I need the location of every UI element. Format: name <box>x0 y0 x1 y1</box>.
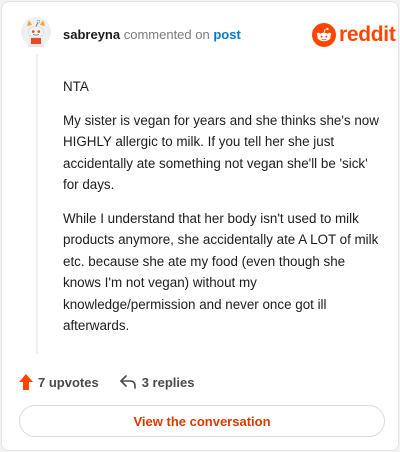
thread-line <box>36 54 38 354</box>
upvotes-count: 7 upvotes <box>38 374 99 390</box>
brand-wordmark: reddit <box>339 23 396 46</box>
username-link[interactable]: sabreyna <box>63 27 120 42</box>
comment-body: NTA My sister is vegan for years and she… <box>63 76 381 349</box>
reply-arrow-icon <box>119 375 136 389</box>
comment-paragraph: NTA <box>63 79 89 94</box>
avatar[interactable] <box>21 17 51 47</box>
commented-on-text: commented on <box>123 27 210 42</box>
replies-button[interactable]: 3 replies <box>119 374 195 390</box>
comment-paragraph: While I understand that her body isn't u… <box>63 210 379 334</box>
reddit-logo[interactable]: reddit <box>312 22 396 48</box>
replies-count: 3 replies <box>141 374 195 390</box>
comment-card: sabreyna commented on post reddit NTA My… <box>1 1 399 451</box>
view-conversation-button[interactable]: View the conversation <box>19 405 385 437</box>
comment-byline: sabreyna commented on post <box>63 27 241 43</box>
snoo-avatar-icon <box>21 17 51 47</box>
upvotes-button[interactable]: 7 upvotes <box>19 374 99 390</box>
reddit-snoo-icon <box>312 23 336 47</box>
comment-actions: 7 upvotes 3 replies <box>19 372 194 392</box>
upvote-arrow-icon <box>19 374 33 390</box>
comment-paragraph: My sister is vegan for years and she thi… <box>63 112 379 193</box>
post-link[interactable]: post <box>213 27 240 42</box>
